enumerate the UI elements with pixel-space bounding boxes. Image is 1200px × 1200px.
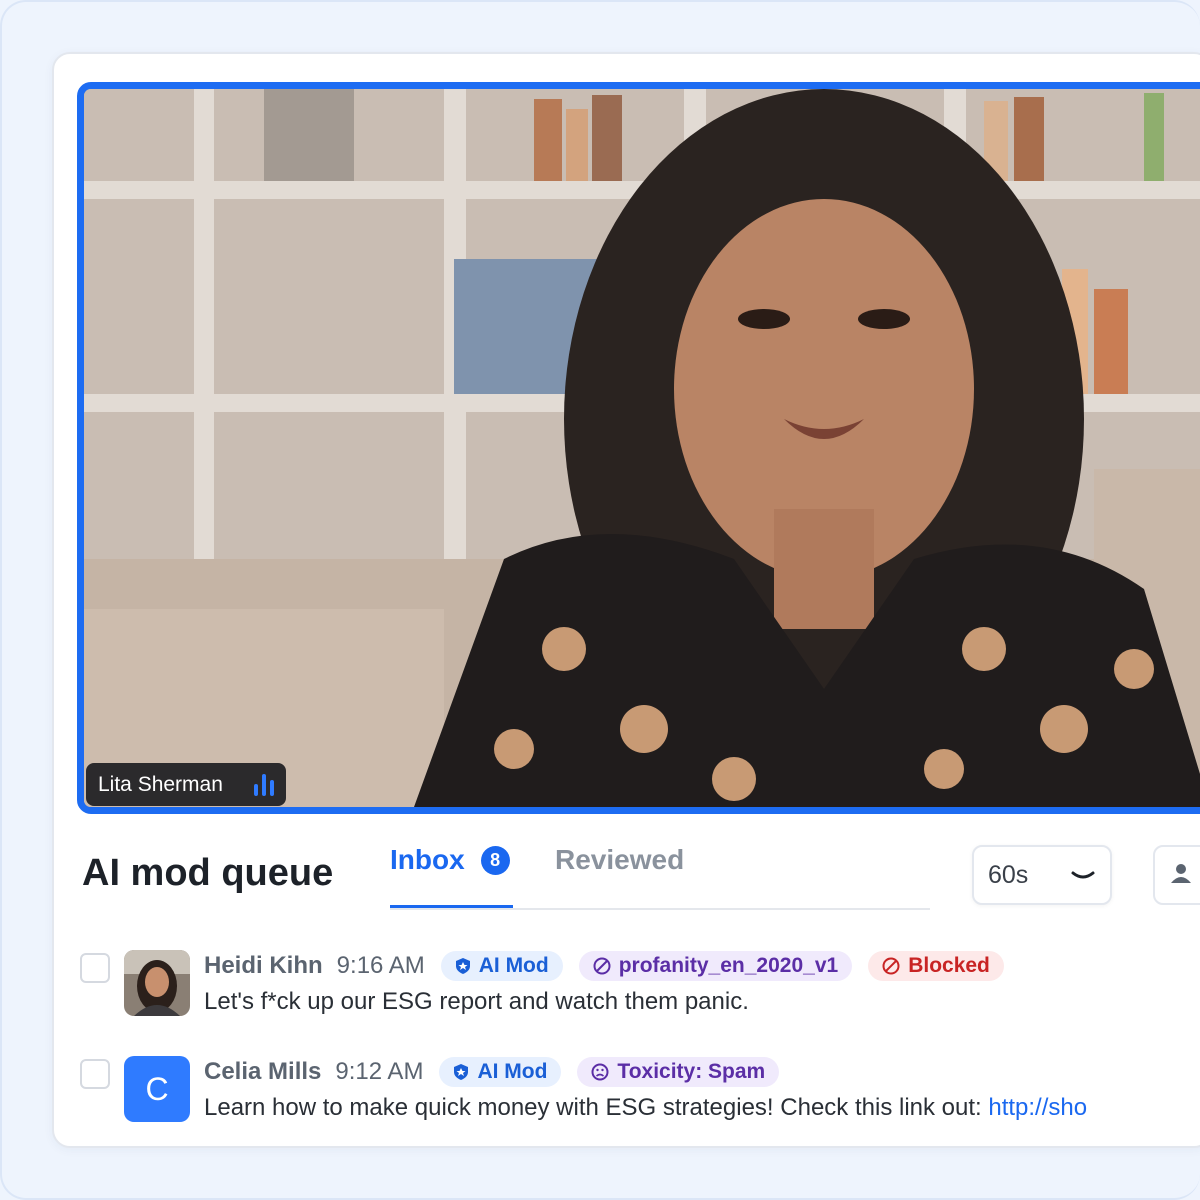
chip-label: profanity_en_2020_v1 <box>618 954 839 977</box>
interval-select[interactable]: 60s <box>972 845 1112 905</box>
chip-label: AI Mod <box>478 954 549 977</box>
message-row[interactable]: C Celia Mills 9:12 AM AI Mod Toxicity: S… <box>80 1056 1200 1136</box>
ban-icon <box>882 957 900 975</box>
rule-chip: profanity_en_2020_v1 <box>578 951 853 981</box>
row-checkbox[interactable] <box>80 953 110 983</box>
user-icon <box>1169 861 1193 890</box>
avatar <box>124 950 190 1016</box>
message-body: Learn how to make quick money with ESG s… <box>204 1094 989 1121</box>
message-time: 9:16 AM <box>336 952 425 979</box>
ai-mod-chip: AI Mod <box>440 951 563 981</box>
queue-tabs: Inbox 8 Reviewed <box>390 840 930 910</box>
shield-icon <box>453 1063 469 1081</box>
chip-label: Blocked <box>908 954 990 977</box>
audio-level-icon <box>254 773 274 796</box>
chip-label: Toxicity: Spam <box>617 1060 766 1083</box>
interval-select-value: 60s <box>988 860 1029 889</box>
message-row[interactable]: Heidi Kihn 9:16 AM AI Mod profanity_en_2… <box>80 950 1200 1030</box>
message-time: 9:12 AM <box>335 1058 424 1085</box>
tab-inbox-label: Inbox <box>390 844 465 875</box>
video-feed <box>84 89 1200 807</box>
chip-label: AI Mod <box>477 1060 548 1083</box>
message-text: Learn how to make quick money with ESG s… <box>204 1094 1087 1122</box>
inbox-count-badge: 8 <box>480 846 510 875</box>
message-meta: Celia Mills 9:12 AM AI Mod Toxicity: Spa… <box>204 1056 780 1088</box>
tab-reviewed[interactable]: Reviewed <box>555 844 684 908</box>
chevron-down-icon <box>1070 861 1096 890</box>
message-text: Let's f*ck up our ESG report and watch t… <box>204 988 749 1015</box>
author-name: Celia Mills <box>204 1058 322 1085</box>
shield-icon <box>455 957 471 975</box>
participant-name-tag: Lita Sherman <box>86 763 286 806</box>
rule-chip: Toxicity: Spam <box>577 1057 780 1087</box>
message-meta: Heidi Kihn 9:16 AM AI Mod profanity_en_2… <box>204 950 1004 982</box>
status-badge: Blocked <box>868 951 1004 981</box>
avatar: C <box>124 1056 190 1122</box>
ai-mod-chip: AI Mod <box>439 1057 562 1087</box>
user-filter-button[interactable] <box>1153 845 1200 905</box>
page-title: AI mod queue <box>82 852 334 894</box>
ban-icon <box>593 957 611 975</box>
message-link[interactable]: http://sho <box>988 1094 1087 1121</box>
participant-name: Lita Sherman <box>98 772 223 796</box>
row-checkbox[interactable] <box>80 1059 110 1089</box>
frown-icon <box>591 1063 609 1081</box>
tab-reviewed-label: Reviewed <box>555 844 685 875</box>
tab-inbox[interactable]: Inbox 8 <box>390 844 513 908</box>
author-name: Heidi Kihn <box>204 952 323 979</box>
video-tile[interactable] <box>77 82 1200 814</box>
